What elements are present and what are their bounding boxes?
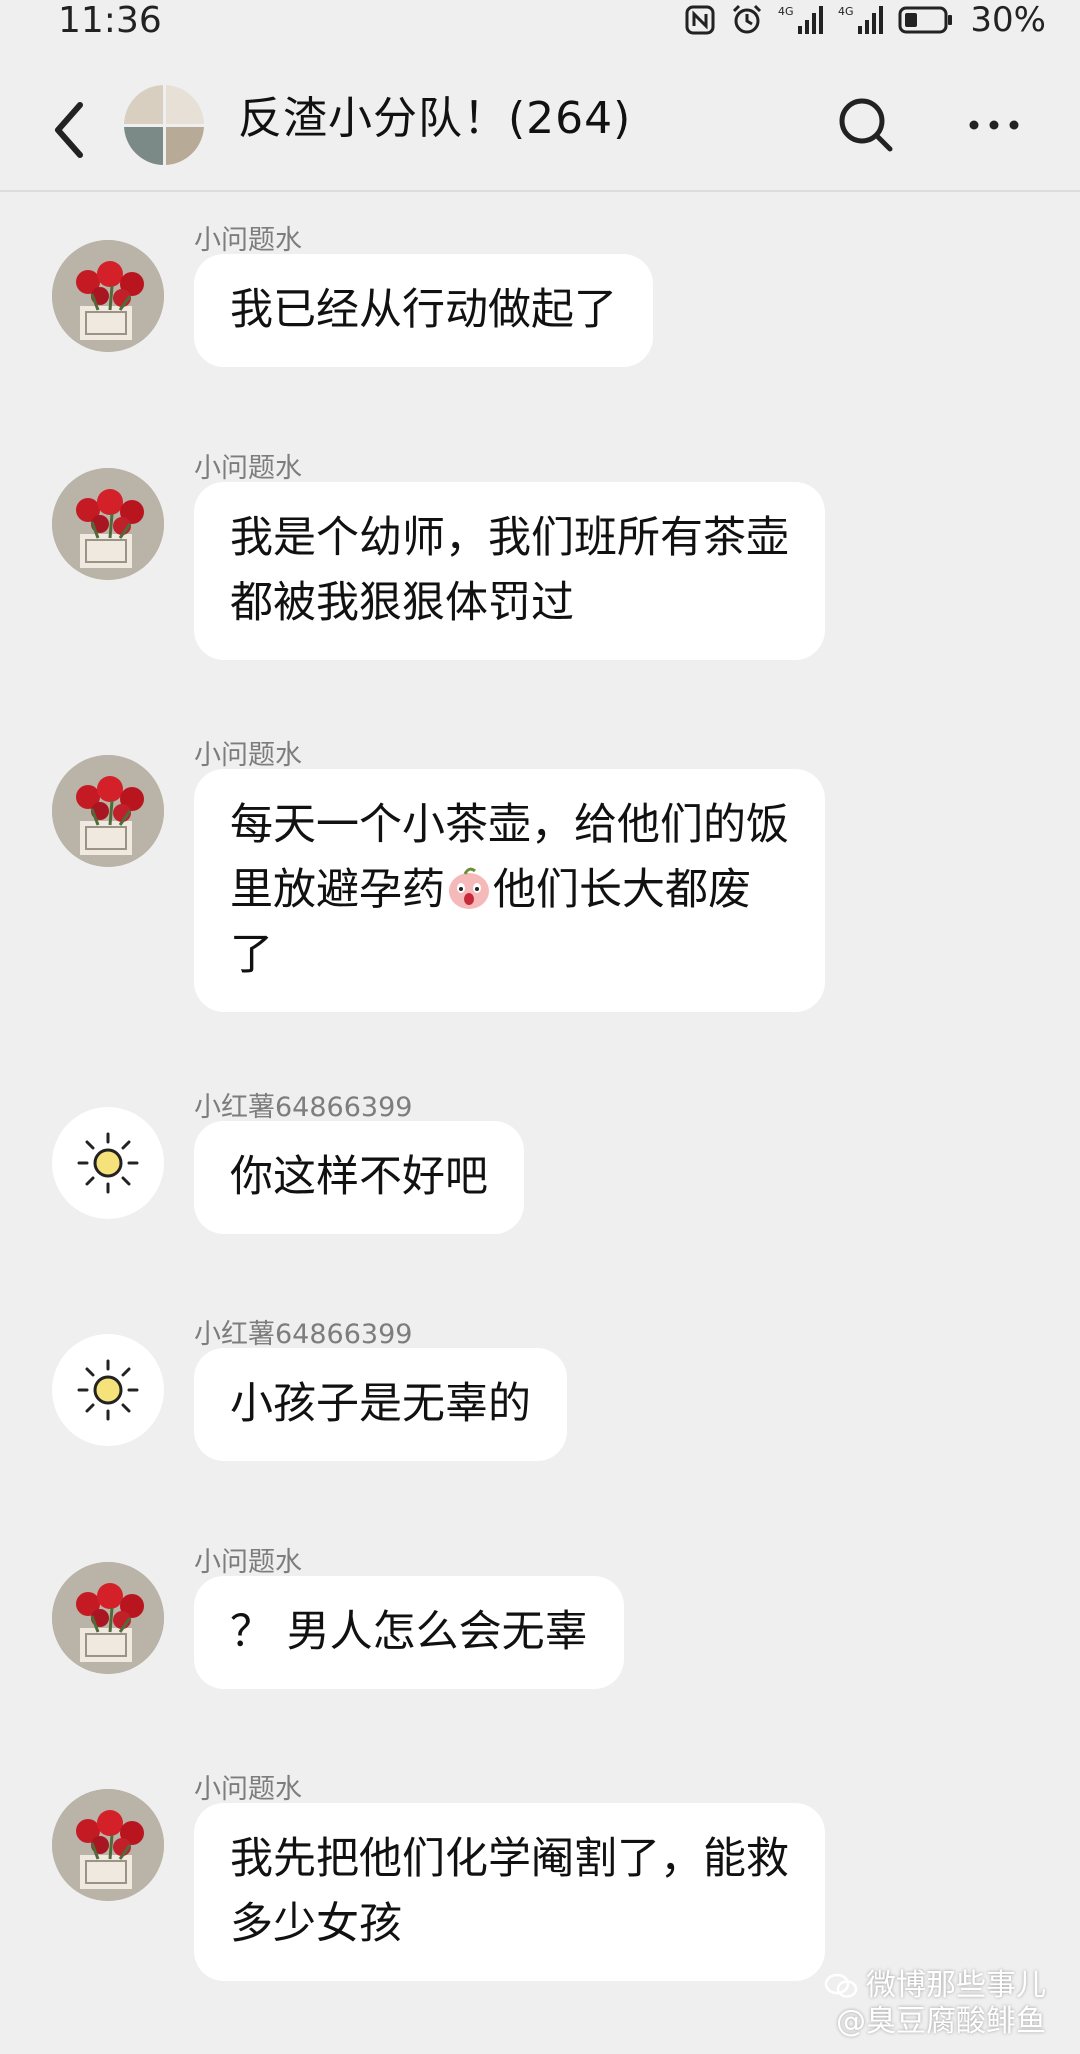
group-avatar-tile [165,85,204,124]
battery-percent: 30% [970,0,1046,40]
signal-icon: 4G [778,5,824,34]
message-text: 都被我狠狠体罚过 [230,578,574,628]
shocked-face-emoji-icon [449,867,489,909]
status-icons: 4G 4G 30% [684,0,1046,40]
watermark-text: 微博那些事儿 [866,1968,1046,2003]
carnation-photo-avatar[interactable] [52,468,164,580]
sender-name: 小问题水 [194,740,302,771]
message-text: 我先把他们化学阉割了，能救 [230,1834,789,1884]
group-avatar[interactable] [124,85,204,165]
carnation-photo-avatar[interactable] [52,240,164,352]
message-text: ？ 男人怎么会无辜 [230,1607,588,1657]
sender-name: 小问题水 [194,1547,302,1578]
sun-icon [77,1132,139,1194]
carnation-photo-avatar[interactable] [52,755,164,867]
message-text: 他们长大都废 [493,865,751,915]
sun-icon [77,1359,139,1421]
sender-name: 小红薯64866399 [194,1319,413,1350]
group-avatar-tile [124,85,163,124]
svg-text:4G: 4G [838,5,854,18]
message-bubble[interactable]: 我是个幼师，我们班所有茶壶 都被我狠狠体罚过 [194,482,825,660]
message-text: 每天一个小茶壶，给他们的饭 [230,800,789,850]
sun-avatar[interactable] [52,1334,164,1446]
svg-text:4G: 4G [778,5,794,18]
watermark-text: @臭豆腐酸鲱鱼 [836,2004,1046,2039]
message-bubble[interactable]: 小孩子是无辜的 [194,1348,567,1461]
signal-icon-2: 4G [838,5,884,34]
message-bubble[interactable]: ？ 男人怎么会无辜 [194,1576,624,1689]
search-icon[interactable] [836,95,896,155]
message-text: 里放避孕药 [230,865,445,915]
chat-title: 反渣小分队！(264) [238,93,632,144]
message-text: 我是个幼师，我们班所有茶壶 [230,513,789,563]
message-text: 了 [230,930,273,980]
sender-name: 小问题水 [194,453,302,484]
status-bar: 11:36 4G 4G 30% [0,0,1080,44]
message-bubble[interactable]: 你这样不好吧 [194,1121,524,1234]
chat-header: 反渣小分队！(264) [0,60,1080,192]
message-bubble[interactable]: 我先把他们化学阉割了，能救 多少女孩 [194,1803,825,1981]
carnation-photo-avatar[interactable] [52,1789,164,1901]
carnation-photo-avatar[interactable] [52,1562,164,1674]
group-avatar-tile [124,126,163,165]
sender-name: 小问题水 [194,225,302,256]
message-text: 我已经从行动做起了 [230,285,617,335]
message-text: 你这样不好吧 [230,1152,488,1202]
status-time: 11:36 [58,0,162,41]
message-text: 多少女孩 [230,1899,402,1949]
group-avatar-tile [165,126,204,165]
more-icon[interactable] [964,100,1024,150]
battery-icon [898,6,953,34]
message-text: 小孩子是无辜的 [230,1379,531,1429]
alarm-icon [733,4,762,34]
nfc-icon [685,5,715,35]
message-bubble[interactable]: 我已经从行动做起了 [194,254,653,367]
back-arrow-icon[interactable] [46,95,96,165]
watermark: 微博那些事儿 @臭豆腐酸鲱鱼 [824,1968,1046,2040]
message-bubble[interactable]: 每天一个小茶壶，给他们的饭 里放避孕药 他们长大都废 了 [194,769,825,1012]
sun-avatar[interactable] [52,1107,164,1219]
watermark-line: 微博那些事儿 [824,1968,1046,2004]
sender-name: 小问题水 [194,1774,302,1805]
wechat-logo-icon [824,1973,858,1998]
sender-name: 小红薯64866399 [194,1092,413,1123]
message-text-line: 里放避孕药 他们长大都废 [230,858,789,923]
